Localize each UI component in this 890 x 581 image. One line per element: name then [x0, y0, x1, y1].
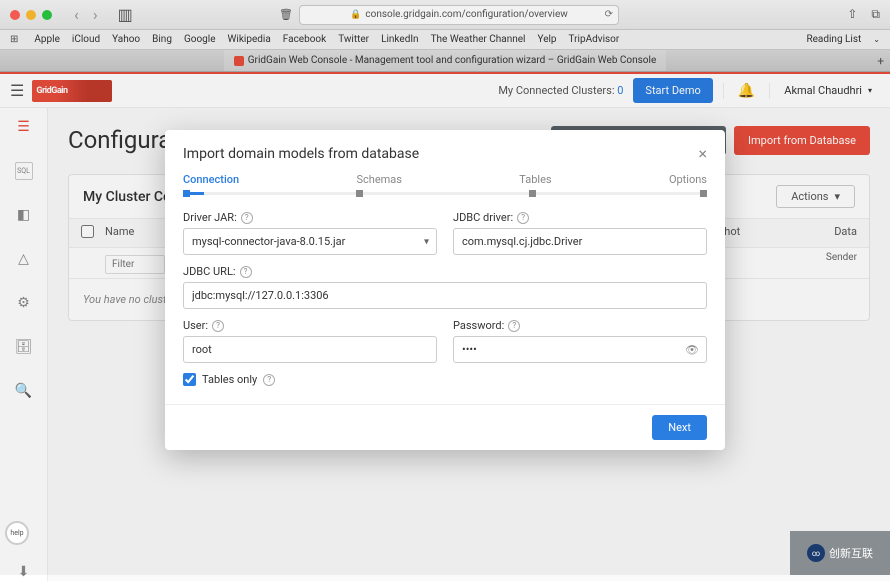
jdbc-driver-input[interactable]	[453, 228, 707, 255]
help-icon[interactable]: ?	[241, 212, 253, 224]
driver-jar-label: Driver JAR:?	[183, 211, 437, 224]
eye-icon[interactable]: 👁	[685, 343, 699, 356]
jdbc-url-label: JDBC URL:?	[183, 265, 707, 278]
password-label: Password:?	[453, 319, 707, 332]
next-button[interactable]: Next	[652, 415, 707, 440]
watermark-icon: ∞	[807, 544, 825, 562]
watermark: ∞ 创新互联	[790, 531, 890, 575]
help-icon[interactable]: ?	[508, 320, 520, 332]
help-icon[interactable]: ?	[517, 212, 529, 224]
modal-title: Import domain models from database	[183, 146, 419, 162]
user-label: User:?	[183, 319, 437, 332]
support-badge[interactable]: help	[5, 521, 29, 545]
step-options[interactable]: Options	[669, 173, 707, 186]
step-tables[interactable]: Tables	[519, 173, 551, 186]
driver-jar-select[interactable]	[183, 228, 437, 255]
user-input[interactable]	[183, 336, 437, 363]
jdbc-driver-label: JDBC driver:?	[453, 211, 707, 224]
step-schemas[interactable]: Schemas	[356, 173, 402, 186]
close-icon[interactable]: ×	[698, 144, 707, 163]
tables-only-label: Tables only	[202, 373, 257, 386]
help-icon[interactable]: ?	[263, 374, 275, 386]
stepper: Connection Schemas Tables Options	[165, 173, 725, 192]
password-input[interactable]	[453, 336, 707, 363]
import-modal: Import domain models from database × Con…	[165, 130, 725, 450]
step-connection[interactable]: Connection	[183, 173, 239, 186]
progress-track	[183, 192, 707, 195]
tables-only-checkbox[interactable]	[183, 373, 196, 386]
help-icon[interactable]: ?	[240, 266, 252, 278]
watermark-label: 创新互联	[829, 545, 873, 561]
help-icon[interactable]: ?	[212, 320, 224, 332]
jdbc-url-input[interactable]	[183, 282, 707, 309]
